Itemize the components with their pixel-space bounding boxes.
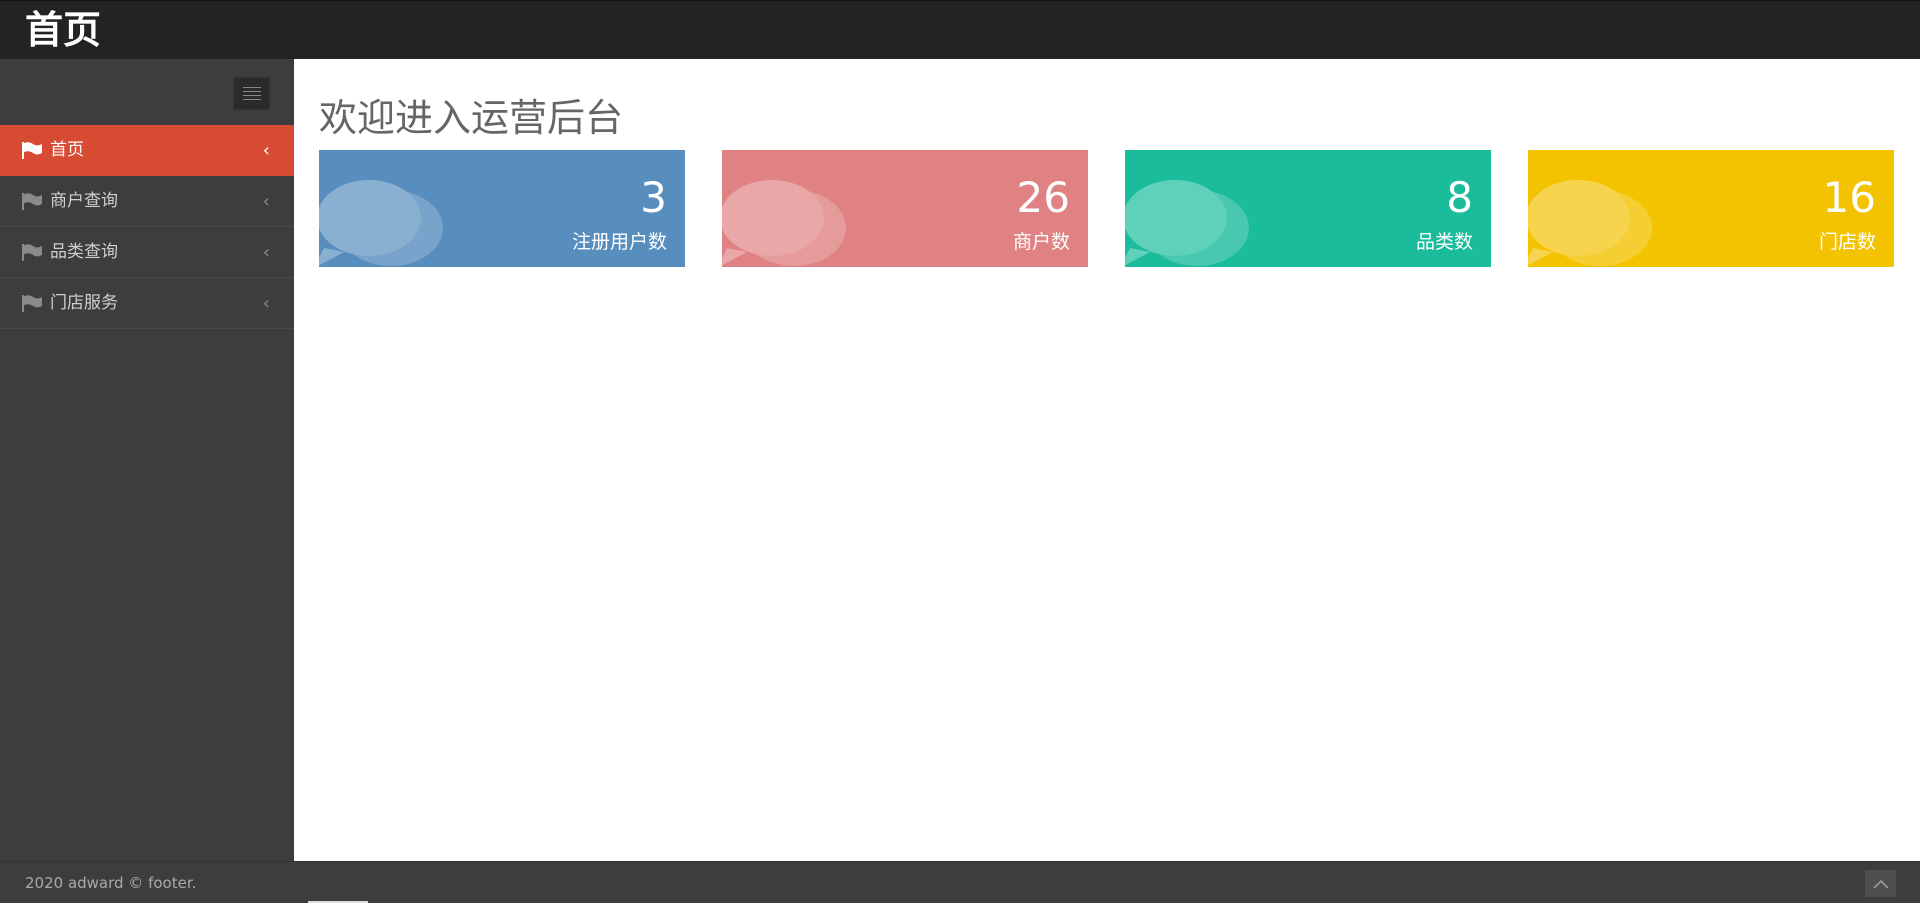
sidebar-item-label: 商户查询	[50, 191, 118, 211]
sidebar-item-label: 门店服务	[50, 293, 118, 313]
sidebar-item-label: 品类查询	[50, 242, 118, 262]
flag-icon	[22, 142, 42, 159]
stat-label: 门店数	[1818, 231, 1876, 253]
comments-icon	[319, 180, 443, 266]
menu-icon-line	[242, 87, 261, 88]
sidebar-item-label: 首页	[50, 140, 84, 160]
stat-value: 8	[1446, 173, 1473, 222]
footer-copyright: 2020 adward © footer.	[25, 874, 197, 892]
brand-title[interactable]: 首页	[25, 5, 101, 55]
menu-icon-line	[242, 99, 261, 100]
stat-label: 品类数	[1415, 231, 1473, 253]
chevron-left-icon: ‹	[262, 293, 270, 314]
sidebar-item-merchant-query[interactable]: 商户查询 ‹	[0, 176, 294, 227]
stat-card-categories[interactable]: 8 品类数	[1125, 150, 1491, 267]
stat-card-registered-users[interactable]: 3 注册用户数	[319, 150, 685, 267]
top-navbar: 首页	[0, 0, 1920, 59]
sidebar-item-home[interactable]: 首页 ‹	[0, 125, 294, 176]
sidebar-toggle-button[interactable]	[233, 77, 270, 110]
page-title: 欢迎进入运营后台	[319, 96, 624, 140]
scroll-to-top-button[interactable]	[1865, 870, 1896, 897]
chevron-left-icon: ‹	[262, 191, 270, 212]
stat-value: 16	[1822, 173, 1876, 222]
comments-icon	[722, 180, 846, 266]
chevron-left-icon: ‹	[262, 140, 270, 161]
stat-value: 26	[1016, 173, 1070, 222]
stat-label: 商户数	[1012, 231, 1070, 253]
stat-value: 3	[640, 173, 667, 222]
sidebar-menu: 首页 ‹ 商户查询 ‹ 品类查询 ‹ 门店服务 ‹	[0, 125, 294, 329]
chevron-left-icon: ‹	[262, 242, 270, 263]
menu-icon-line	[242, 95, 261, 96]
stat-card-stores[interactable]: 16 门店数	[1528, 150, 1894, 267]
comments-icon	[1125, 180, 1249, 266]
chevron-up-icon	[1872, 879, 1889, 889]
flag-icon	[22, 295, 42, 312]
flag-icon	[22, 193, 42, 210]
sidebar-item-category-query[interactable]: 品类查询 ‹	[0, 227, 294, 278]
sidebar-item-store-service[interactable]: 门店服务 ‹	[0, 278, 294, 329]
menu-icon-line	[242, 91, 261, 92]
flag-icon	[22, 244, 42, 261]
main-content: 欢迎进入运营后台 3 注册用户数 26 商户数 8 品类数 16 门店数	[294, 59, 1920, 861]
footer: 2020 adward © footer.	[0, 861, 1920, 903]
stat-card-merchants[interactable]: 26 商户数	[722, 150, 1088, 267]
stat-label: 注册用户数	[571, 231, 667, 253]
comments-icon	[1528, 180, 1652, 266]
sidebar: 首页 ‹ 商户查询 ‹ 品类查询 ‹ 门店服务 ‹	[0, 59, 294, 861]
